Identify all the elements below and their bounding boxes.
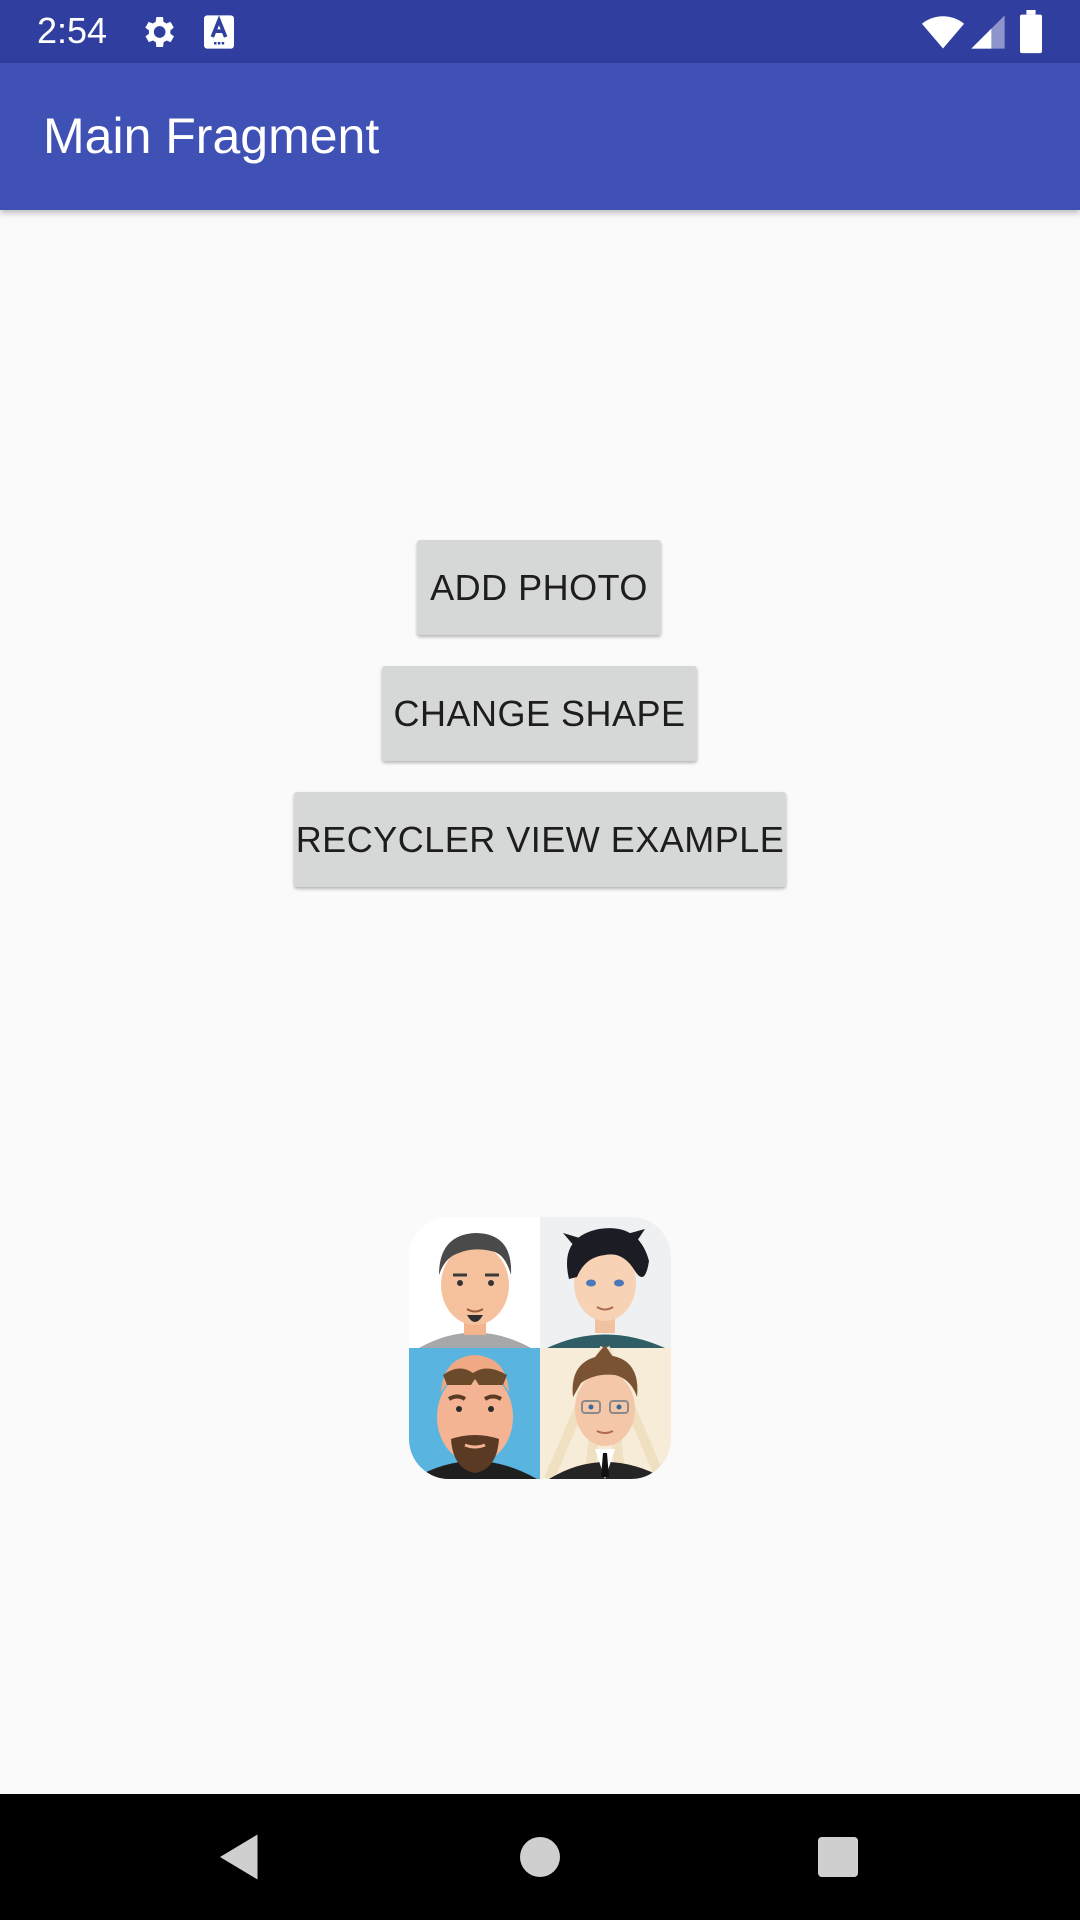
change-shape-button[interactable]: CHANGE SHAPE (382, 666, 697, 761)
status-time: 2:54 (37, 10, 108, 51)
recents-icon[interactable] (808, 1827, 868, 1887)
navigation-bar (0, 1794, 1080, 1920)
cellular-signal-icon (971, 15, 1005, 49)
battery-icon (1020, 10, 1042, 54)
avatar-man-goatee-tile (409, 1217, 540, 1348)
avatar-young-dark-hair-tile (540, 1217, 671, 1348)
avatar-man-glasses-suit-tile (540, 1345, 671, 1479)
avatar-man-sunglasses-tile (409, 1348, 540, 1479)
app-title: Main Fragment (43, 108, 380, 164)
back-icon[interactable] (210, 1827, 270, 1887)
avatar-image (409, 1217, 671, 1479)
app-bar: Main Fragment (0, 63, 1080, 210)
wifi-icon (921, 16, 965, 49)
settings-gear-icon (145, 17, 174, 47)
screen: 2:54 Main Fragment ADD PHOTO CHANGE SHAP… (0, 0, 1080, 1920)
font-a-icon (204, 15, 234, 49)
add-photo-button[interactable]: ADD PHOTO (417, 540, 661, 635)
status-bar: 2:54 (0, 0, 1080, 63)
recycler-view-example-button[interactable]: RECYCLER VIEW EXAMPLE (294, 792, 786, 887)
home-icon[interactable] (510, 1827, 570, 1887)
